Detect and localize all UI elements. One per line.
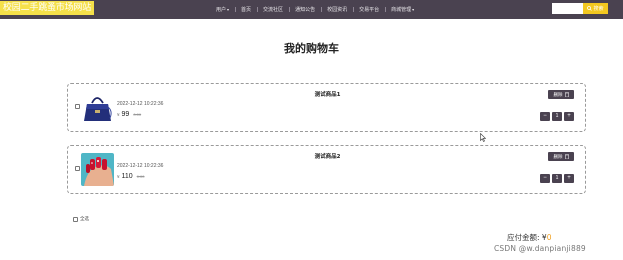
top-navbar: 校园二手跳蚤市场网站 用户▾ 首页 交流社区 通知公告 校园资讯 交易平台 商城… bbox=[0, 0, 623, 19]
currency-symbol: ¥ bbox=[117, 112, 120, 117]
increase-button[interactable]: + bbox=[564, 174, 574, 183]
nav-item-mall-admin[interactable]: 商城管理▾ bbox=[385, 6, 420, 13]
delete-button[interactable]: 删除 bbox=[548, 90, 574, 99]
price-row: ¥ 110 0.00 bbox=[117, 173, 144, 180]
quantity-stepper: − 1 + bbox=[540, 112, 574, 121]
price: 110 bbox=[121, 173, 133, 180]
quantity-stepper: − 1 + bbox=[540, 174, 574, 183]
original-price: 0.00 bbox=[136, 174, 145, 179]
added-date: 2022-12-12 10:22:36 bbox=[117, 163, 164, 169]
page-title: 我的购物车 bbox=[284, 42, 339, 55]
price: 99 bbox=[121, 111, 130, 118]
nav-item-label: 用户 bbox=[216, 7, 227, 13]
chevron-down-icon: ▾ bbox=[227, 7, 230, 12]
total-label: 应付金额: ¥ bbox=[507, 233, 547, 242]
site-brand[interactable]: 校园二手跳蚤市场网站 bbox=[0, 1, 95, 15]
cart-item: 测试商品2 2022-12-12 10:22:36 ¥ 110 0.00 删除 … bbox=[67, 145, 586, 194]
search-input[interactable] bbox=[552, 3, 583, 14]
total-value: 0 bbox=[546, 233, 552, 242]
select-all-label: 全选 bbox=[80, 217, 89, 222]
nav-item-news[interactable]: 校园资讯 bbox=[321, 6, 353, 13]
mouse-cursor-icon bbox=[480, 133, 486, 142]
delete-button-label: 删除 bbox=[553, 154, 563, 160]
nav-item-trade[interactable]: 交易平台 bbox=[353, 6, 385, 13]
select-all-checkbox[interactable] bbox=[73, 216, 78, 222]
delete-button-label: 删除 bbox=[553, 92, 563, 98]
search-button-label: 搜索 bbox=[593, 6, 604, 12]
nav-item-label: 通知公告 bbox=[295, 7, 316, 13]
nav-item-label: 校园资讯 bbox=[327, 7, 348, 13]
nav-item-label: 交流社区 bbox=[263, 7, 284, 13]
quantity-value[interactable]: 1 bbox=[552, 112, 562, 121]
item-checkbox[interactable] bbox=[75, 104, 80, 109]
item-checkbox[interactable] bbox=[75, 166, 80, 171]
nav-item-label: 交易平台 bbox=[359, 7, 380, 13]
nav-item-home[interactable]: 首页 bbox=[235, 6, 257, 13]
nav-item-label: 商城管理 bbox=[391, 7, 412, 13]
decrease-button[interactable]: − bbox=[540, 112, 550, 121]
price-row: ¥ 99 0.00 bbox=[117, 111, 141, 118]
added-date: 2022-12-12 10:22:36 bbox=[117, 101, 164, 107]
total-amount: 应付金额: ¥0 bbox=[507, 232, 551, 243]
currency-symbol: ¥ bbox=[117, 174, 120, 179]
search-button[interactable]: 搜索 bbox=[583, 3, 608, 14]
original-price: 0.00 bbox=[133, 112, 142, 117]
quantity-value[interactable]: 1 bbox=[552, 174, 562, 183]
cart-item: 测试商品1 2022-12-12 10:22:36 ¥ 99 0.00 删除 −… bbox=[67, 83, 586, 132]
increase-button[interactable]: + bbox=[564, 112, 574, 121]
product-name[interactable]: 测试商品1 bbox=[68, 90, 587, 98]
select-all[interactable]: 全选 bbox=[73, 216, 89, 222]
chevron-down-icon: ▾ bbox=[412, 7, 415, 12]
nav-item-user[interactable]: 用户▾ bbox=[210, 6, 235, 13]
delete-button[interactable]: 删除 bbox=[548, 152, 574, 161]
nav-item-community[interactable]: 交流社区 bbox=[257, 6, 289, 13]
nav-item-notices[interactable]: 通知公告 bbox=[289, 6, 321, 13]
main-nav: 用户▾ 首页 交流社区 通知公告 校园资讯 交易平台 商城管理▾ bbox=[210, 0, 420, 19]
product-name[interactable]: 测试商品2 bbox=[68, 152, 587, 160]
watermark: CSDN @w.danpianji889 bbox=[494, 244, 586, 253]
nav-item-label: 首页 bbox=[241, 7, 252, 13]
trash-icon bbox=[564, 92, 569, 97]
search-icon bbox=[587, 6, 593, 11]
trash-icon bbox=[564, 154, 569, 159]
decrease-button[interactable]: − bbox=[540, 174, 550, 183]
